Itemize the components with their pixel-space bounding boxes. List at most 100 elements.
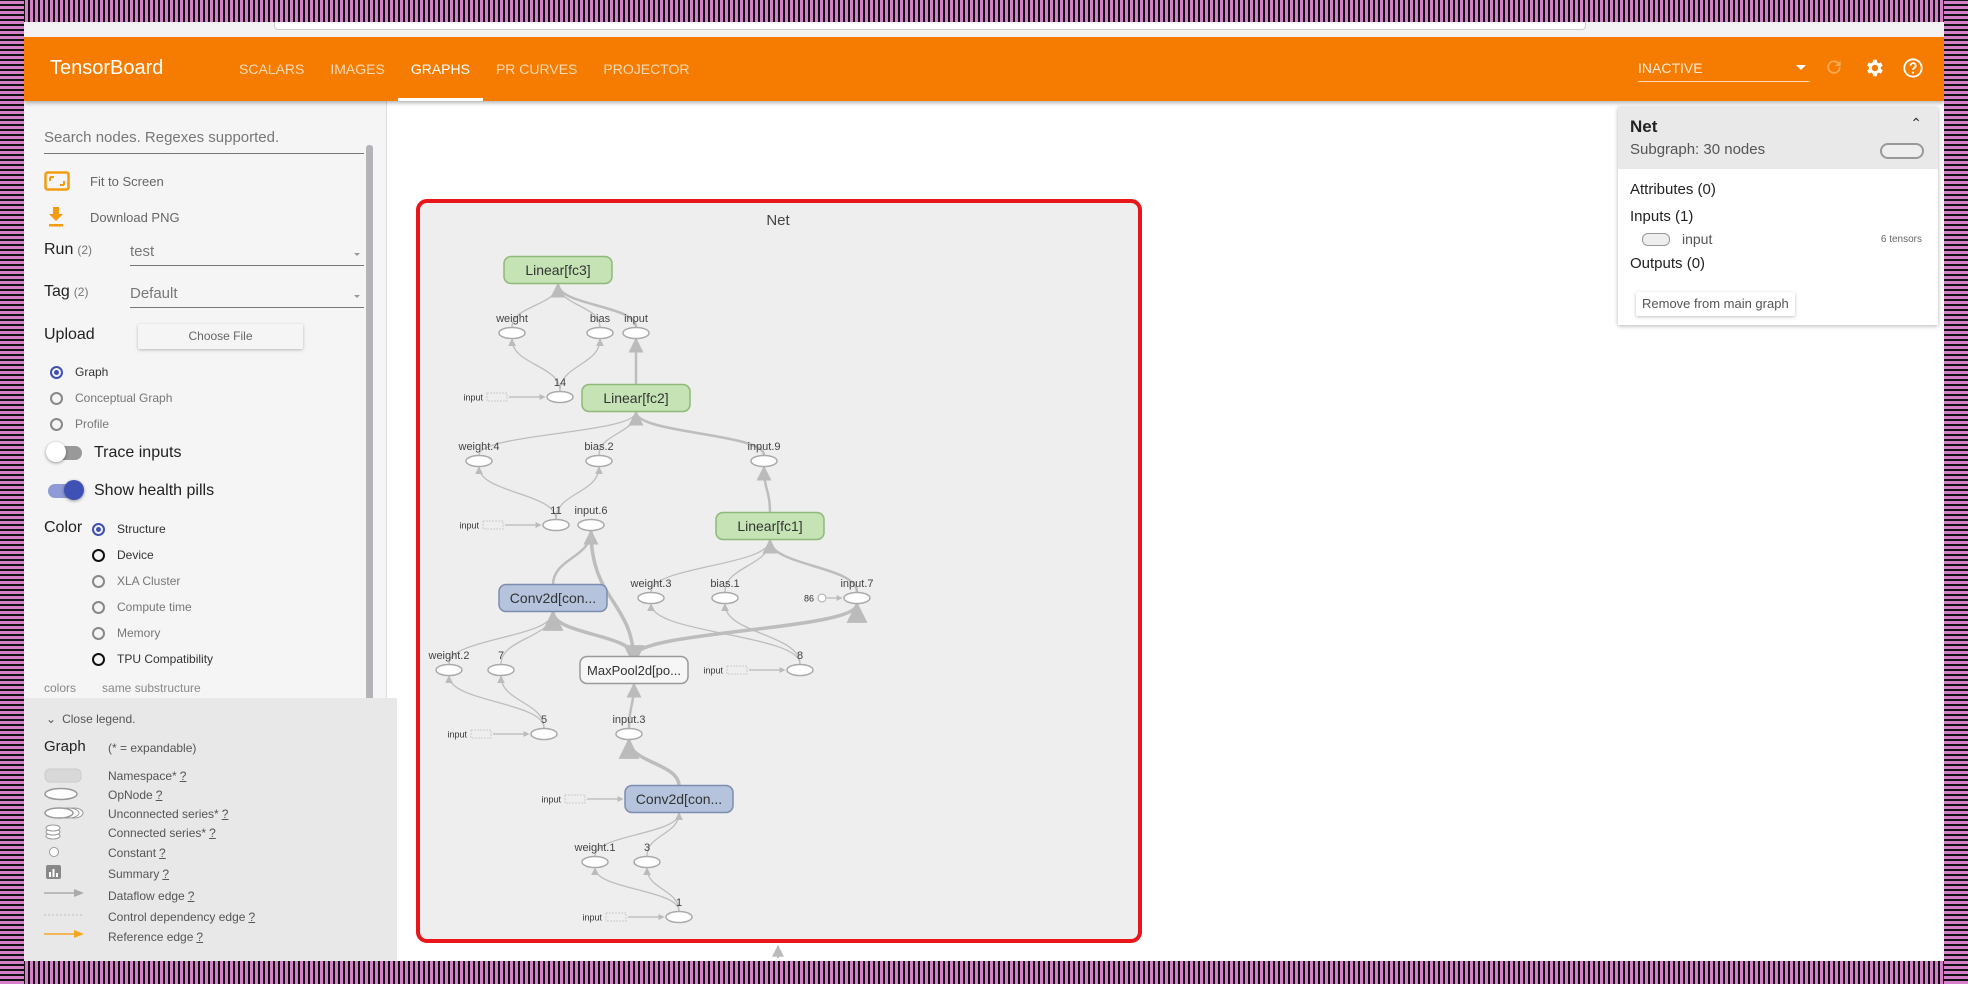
help-link[interactable]: ? [196,930,203,944]
color-memory[interactable]: Memory [92,626,160,640]
tag-count: (2) [73,285,89,299]
op-node-weight[interactable] [498,326,526,340]
search-nodes-input[interactable]: Search nodes. Regexes supported. [44,129,364,154]
radio-profile[interactable]: Profile [50,417,109,431]
legend-item-summary: Summary? [108,867,170,881]
radio-label: XLA Cluster [117,574,181,588]
op-node-weight4[interactable] [465,454,493,468]
op-node-bias2[interactable] [585,454,613,468]
chevron-down-icon [1796,65,1806,70]
tab-graphs[interactable]: GRAPHS [397,37,484,101]
namespace-pill-icon [1880,143,1924,159]
op-label: weight.3 [630,578,672,590]
input-stub-label: input [459,521,479,531]
remove-from-main-graph-button[interactable]: Remove from main graph [1636,292,1795,316]
help-link[interactable]: ? [188,889,195,903]
op-node-input3[interactable] [615,727,643,741]
op-node-n8[interactable] [786,663,814,677]
op-node-input7[interactable] [843,591,871,605]
color-xla-cluster[interactable]: XLA Cluster [92,574,180,588]
radio-label: Structure [117,522,166,536]
op-node-input6[interactable] [577,518,605,532]
color-device[interactable]: Device [92,548,154,562]
op-label: 14 [554,377,566,389]
tag-dropdown[interactable]: Default [130,285,364,308]
help-link[interactable]: ? [159,846,166,860]
op-node-n1[interactable] [665,910,693,924]
color-tpu-compatibility[interactable]: TPU Compatibility [92,652,213,666]
radio-label: TPU Compatibility [117,652,214,666]
op-node-input9[interactable] [750,454,778,468]
radio-conceptual-graph[interactable]: Conceptual Graph [50,391,172,405]
health-pills-toggle[interactable]: Show health pills [48,480,214,500]
radio-label: Memory [117,626,161,640]
brand-title: TensorBoard [50,57,164,79]
download-png-button[interactable]: Download PNG [44,207,180,227]
choose-file-button[interactable]: Choose File [138,324,303,349]
fit-to-screen-button[interactable]: Fit to Screen [44,171,164,191]
op-label: input.3 [612,714,645,726]
legend-item-connected-series: Connected series*? [108,826,216,840]
op-label: weight [495,313,528,325]
help-link[interactable]: ? [248,910,255,924]
sidebar: Search nodes. Regexes supported. Fit to … [24,101,387,705]
color-compute-time[interactable]: Compute time [92,600,192,614]
top-bar: TensorBoard SCALARS IMAGES GRAPHS PR CUR… [24,37,1944,101]
fit-screen-icon [44,171,70,191]
op-label: weight.1 [574,842,616,854]
trace-inputs-toggle[interactable]: Trace inputs [46,442,181,462]
reference-edge-icon [44,927,86,945]
help-link[interactable]: ? [180,769,187,783]
help-link[interactable]: ? [156,788,163,802]
op-node-weight3[interactable] [637,591,665,605]
refresh-icon[interactable] [1822,57,1846,81]
input-stub-label: input [463,393,483,403]
constant-node[interactable] [817,593,827,603]
op-node-n3[interactable] [633,855,661,869]
op-label: input [624,313,648,325]
settings-icon[interactable] [1862,57,1886,81]
input-stub-label: input [703,666,723,676]
tab-pr-curves[interactable]: PR CURVES [483,37,590,101]
input-item[interactable]: input [1642,231,1712,247]
run-dropdown[interactable]: test [130,243,364,266]
inactive-dropdown[interactable]: INACTIVE [1638,55,1810,82]
tab-scalars[interactable]: SCALARS [226,37,317,101]
op-node-weight2[interactable] [435,663,463,677]
legend-item-opnode: OpNode? [108,788,163,802]
colors-footer-right: same substructure [102,681,201,695]
help-link[interactable]: ? [162,867,169,881]
help-link[interactable]: ? [222,807,229,821]
radio-graph[interactable]: Graph [50,365,108,379]
namespace-label: Linear[fc1] [737,518,802,534]
toggle-track [48,480,84,500]
help-link[interactable]: ? [209,826,216,840]
run-value: test [130,243,155,260]
legend-subtitle: (* = expandable) [108,741,197,755]
fit-to-screen-label: Fit to Screen [90,173,164,189]
op-node-input[interactable] [622,326,650,340]
op-node-n5[interactable] [530,727,558,741]
color-label: Color [44,519,83,536]
op-node-bias1[interactable] [711,591,739,605]
op-node-n14[interactable] [546,390,574,404]
address-bar[interactable] [274,22,1586,30]
collapse-icon[interactable]: ⌃ [1910,115,1922,132]
constant-label: 86 [804,594,814,604]
help-icon[interactable] [1901,57,1925,81]
op-node-n7[interactable] [487,663,515,677]
op-node-n11[interactable] [542,518,570,532]
tab-images[interactable]: IMAGES [317,37,397,101]
input-stub-label: input [582,913,602,923]
net-namespace-frame[interactable] [416,199,1142,943]
radio-dot [92,600,105,614]
op-node-weight1[interactable] [581,855,609,869]
color-structure[interactable]: Structure [92,522,166,536]
close-legend-button[interactable]: ⌄ Close legend. [46,712,135,726]
op-label: 5 [541,714,547,726]
op-node-bias[interactable] [586,326,614,340]
tab-projector[interactable]: PROJECTOR [590,37,702,101]
colors-footer-left: colors [44,681,77,695]
sidebar-scrollbar[interactable] [366,145,373,705]
tag-value: Default [130,285,178,302]
